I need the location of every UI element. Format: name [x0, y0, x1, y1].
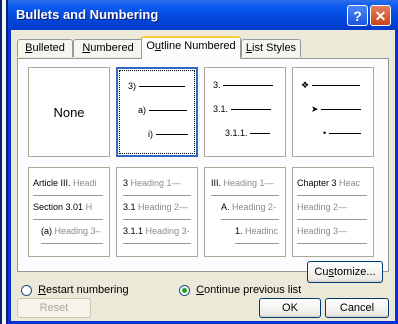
customize-button[interactable]: Customize... — [307, 261, 383, 283]
level-3-label: Heading 3— — [297, 226, 348, 236]
reset-button[interactable]: Reset — [17, 298, 91, 318]
level-3-label: 1. — [235, 226, 243, 236]
bullets-numbering-dialog: Bullets and Numbering ? ✕ Bulleted Numbe… — [8, 0, 398, 324]
level-2-label: a) — [138, 105, 147, 115]
tab-list-styles[interactable]: List Styles — [241, 39, 301, 57]
gallery-item-article-section[interactable]: Article III. Headi Section 3.01 H (a) He… — [28, 167, 110, 257]
level-1-label: 3 — [123, 178, 129, 188]
tab-outline-numbered[interactable]: Outline Numbered — [141, 36, 241, 59]
tab-bulleted[interactable]: Bulleted — [17, 39, 73, 57]
gallery-item-heading-decimal[interactable]: 3 Heading 1— 3.1 Heading 2— 3.1.1 Headin… — [116, 167, 198, 257]
level-1-label: Article III. — [33, 178, 71, 188]
outline-numbered-panel: None 3) a) i) 3. 3.1. 3.1.1. ❖ ➤ • Artic… — [17, 58, 389, 272]
question-icon: ? — [353, 8, 362, 24]
level-1-label: Chapter 3 — [297, 178, 337, 188]
dialog-title: Bullets and Numbering — [16, 7, 159, 22]
tab-strip: Bulleted Numbered Outline Numbered List … — [17, 36, 389, 59]
level-3-label: 3.1.1. — [225, 128, 248, 138]
gallery-item-decimal-outline[interactable]: 3. 3.1. 3.1.1. — [204, 67, 286, 157]
level-2-label: A. — [221, 202, 230, 212]
level-3-label: 3.1.1 — [123, 226, 144, 236]
continue-previous-list-radio[interactable]: Continue previous list — [179, 284, 301, 296]
level-2-label: 3.1 — [123, 202, 136, 212]
level-1-label: 3. — [213, 80, 221, 90]
level-2-label: 3.1. — [213, 104, 229, 114]
gallery-item-heading-roman[interactable]: III. Heading 1— A. Heading 2- 1. Headinc — [204, 167, 286, 257]
gallery-item-paren-outline[interactable]: 3) a) i) — [116, 67, 198, 157]
gallery-item-bullet-outline[interactable]: ❖ ➤ • — [292, 67, 374, 157]
none-label: None — [53, 105, 85, 120]
cancel-button[interactable]: Cancel — [325, 298, 389, 318]
radio-unchecked-icon — [21, 284, 32, 296]
close-button[interactable]: ✕ — [370, 5, 391, 26]
gallery-item-none[interactable]: None — [28, 67, 110, 157]
dialog-body: Bulleted Numbered Outline Numbered List … — [11, 30, 395, 321]
arrow-bullet-icon: ➤ — [311, 104, 319, 114]
dot-bullet-icon: • — [323, 128, 327, 138]
level-2-label: Heading 2— — [297, 202, 348, 212]
help-button[interactable]: ? — [347, 5, 368, 26]
level-1-label: III. — [211, 178, 222, 188]
tab-numbered[interactable]: Numbered — [73, 39, 143, 57]
level-1-label: 3) — [128, 81, 137, 91]
level-3-label: (a) — [41, 226, 52, 236]
level-2-label: Section 3.01 — [33, 202, 84, 212]
diamond-bullet-icon: ❖ — [301, 80, 310, 90]
background-window-edge — [0, 0, 8, 324]
close-icon: ✕ — [374, 8, 387, 24]
level-3-label: i) — [148, 129, 153, 139]
ok-button[interactable]: OK — [259, 298, 321, 318]
restart-numbering-radio[interactable]: Restart numbering — [21, 284, 129, 296]
gallery-item-chapter[interactable]: Chapter 3 Heac Heading 2— Heading 3— — [292, 167, 374, 257]
radio-checked-icon — [179, 284, 190, 296]
title-bar[interactable]: Bullets and Numbering ? ✕ — [8, 0, 398, 30]
